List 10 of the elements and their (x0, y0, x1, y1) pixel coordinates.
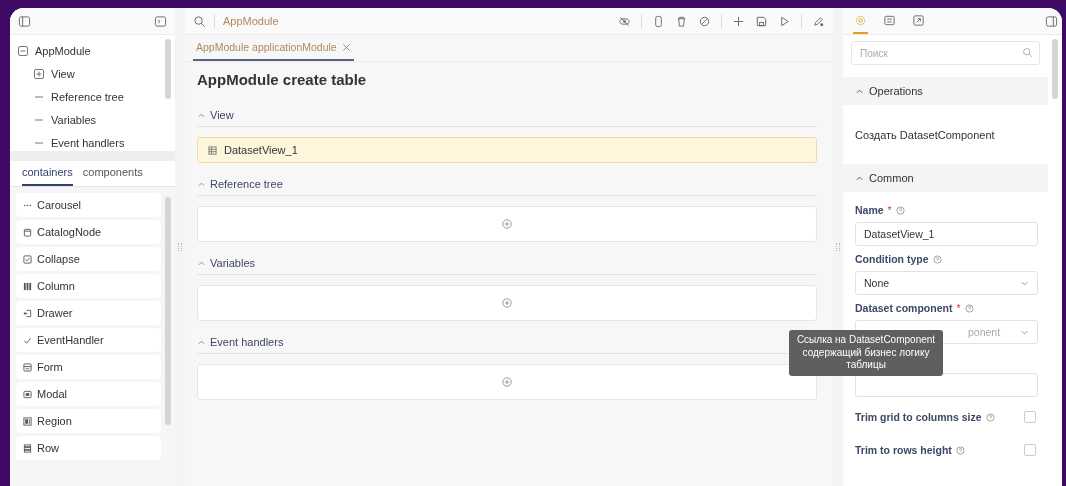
field-label: Trim to rows height (855, 444, 952, 456)
tooltip: Ссылка на DatasetComponent содержащий бизнес логику таблицы (789, 330, 943, 376)
page-title: AppModule create table (197, 71, 368, 88)
module-name: AppModule (223, 15, 279, 27)
field-label: Condition type (855, 253, 929, 265)
field-label: Name (855, 204, 884, 216)
field-label: Trim grid to columns size (855, 411, 982, 423)
field-label: Dataset component (855, 302, 953, 314)
required-mark: * (887, 204, 892, 216)
required-mark: * (956, 302, 961, 314)
